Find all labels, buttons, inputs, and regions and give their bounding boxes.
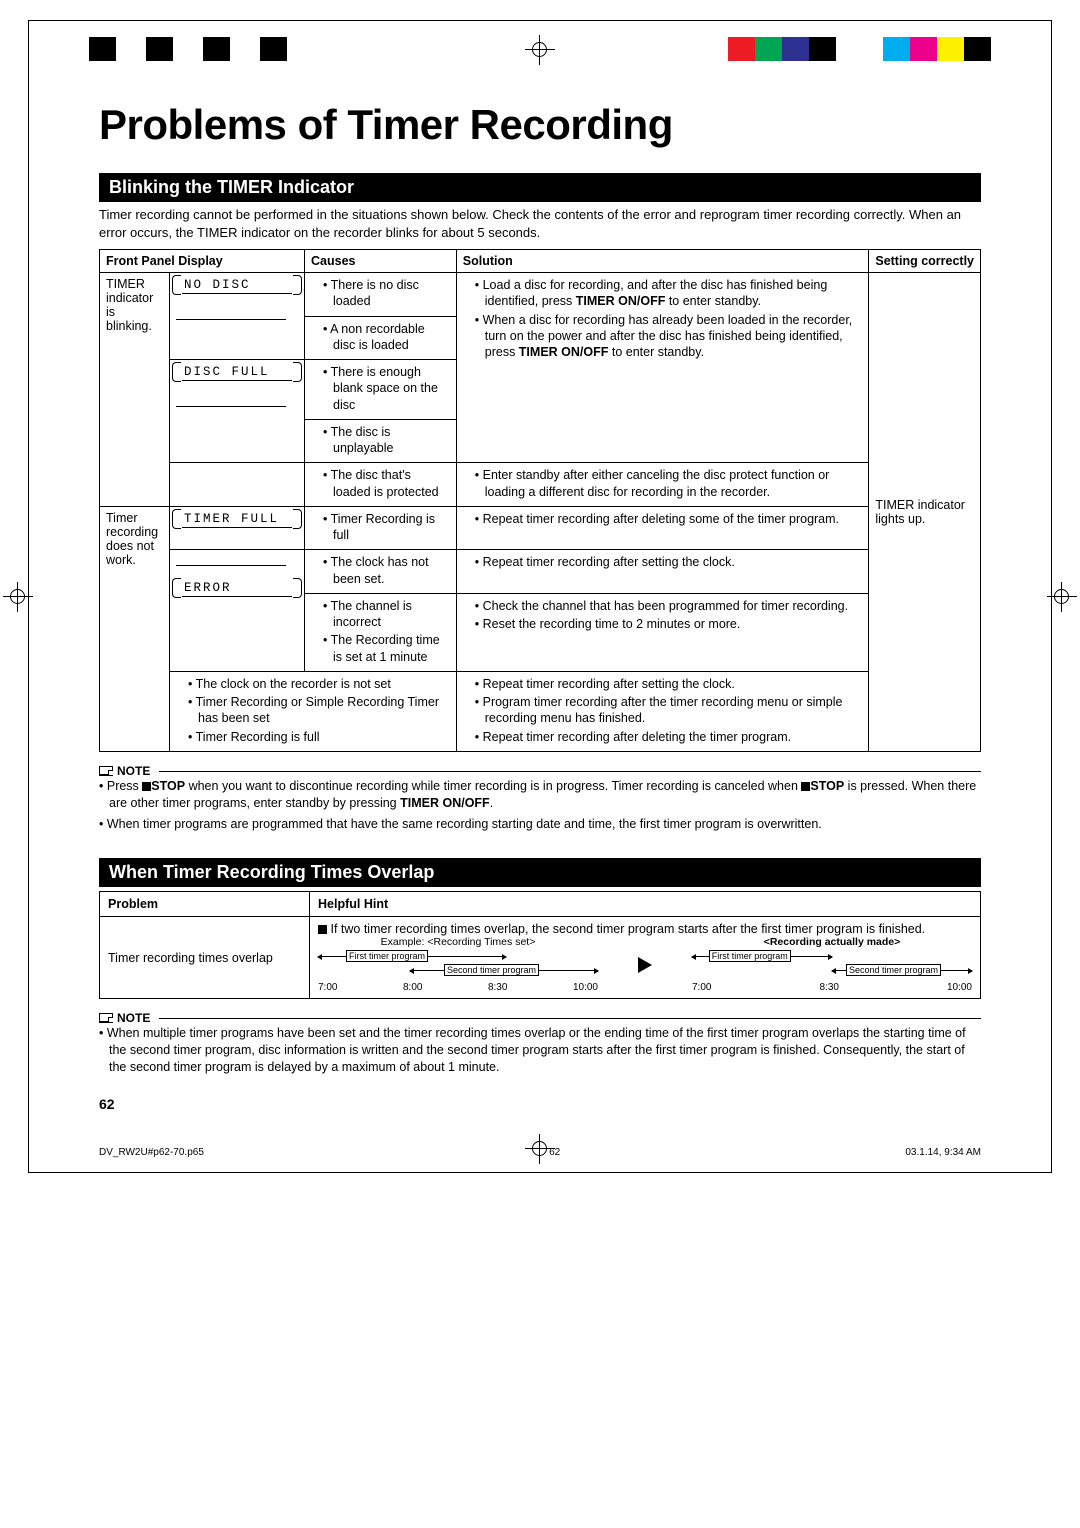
note-rule <box>159 1018 981 1019</box>
page-frame: Problems of Timer Recording Blinking the… <box>28 20 1052 1173</box>
cause-cell: There is enough blank space on the disc <box>305 360 457 420</box>
table-row: The clock on the recorder is not set Tim… <box>100 671 981 751</box>
bar-second-timer: Second timer program <box>846 964 941 976</box>
footer-page: 62 <box>549 1147 560 1158</box>
crosshair-icon <box>525 35 555 65</box>
timeline-right-title: <Recording actually made> <box>692 936 972 948</box>
cause-cell: The disc that's loaded is protected <box>305 463 457 507</box>
page-title: Problems of Timer Recording <box>99 101 981 149</box>
panel-cell: DISC FULL <box>170 360 305 463</box>
reg-squares-black <box>89 37 317 61</box>
solution-cell: Repeat timer recording after deleting so… <box>456 506 869 550</box>
state-timer-not-work: Timer recording does not work. <box>100 506 170 751</box>
table-row: ERROR The clock has not been set. Repeat… <box>100 550 981 594</box>
panel-cell: ERROR <box>170 550 305 672</box>
display-blank-line <box>176 395 286 407</box>
th-hint: Helpful Hint <box>310 892 981 917</box>
page-number: 62 <box>99 1096 981 1112</box>
stop-icon <box>142 782 151 791</box>
timeline-ticks: 7:00 8:00 8:30 10:00 <box>318 982 598 993</box>
troubleshooting-table: Front Panel Display Causes Solution Sett… <box>99 249 981 752</box>
note-item: When multiple timer programs have been s… <box>99 1025 981 1076</box>
timeline-left: Example: <Recording Times set> First tim… <box>318 936 598 993</box>
note-item: Press STOP when you want to discontinue … <box>99 778 981 812</box>
note-item: When timer programs are programmed that … <box>99 816 981 833</box>
cause-cell: The channel is incorrect The Recording t… <box>305 593 457 671</box>
display-disc-full: DISC FULL <box>182 365 292 381</box>
note-rule <box>159 771 981 772</box>
table-header-row: Front Panel Display Causes Solution Sett… <box>100 250 981 273</box>
table-row: Timer recording does not work. TIMER FUL… <box>100 506 981 550</box>
bar-first-timer: First timer program <box>709 950 791 962</box>
crosshair-icon <box>3 582 33 612</box>
solution-cell: Check the channel that has been programm… <box>456 593 869 671</box>
display-blank-line <box>176 308 286 320</box>
hint-intro-text: If two timer recording times overlap, th… <box>330 922 925 936</box>
table-row: Timer recording times overlap If two tim… <box>100 917 981 999</box>
reg-squares-rgbk <box>728 37 836 61</box>
problem-cell: Timer recording times overlap <box>100 917 310 999</box>
panel-cell: NO DISC <box>170 273 305 360</box>
table-row: TIMER indicator is blinking. NO DISC The… <box>100 273 981 317</box>
cause-cell: Timer Recording is full <box>305 506 457 550</box>
section1-intro: Timer recording cannot be performed in t… <box>99 206 981 241</box>
panel-cell: TIMER FULL <box>170 506 305 550</box>
section-heading-2: When Timer Recording Times Overlap <box>99 858 981 887</box>
solution-cell: Repeat timer recording after setting the… <box>456 550 869 594</box>
square-bullet-icon <box>318 925 327 934</box>
solution-cell: Enter standby after either canceling the… <box>456 463 869 507</box>
note-block-1: NOTE Press STOP when you want to discont… <box>99 764 981 833</box>
note-block-2: NOTE When multiple timer programs have b… <box>99 1011 981 1076</box>
timeline-diagram: Example: <Recording Times set> First tim… <box>318 936 972 993</box>
section-heading-1: Blinking the TIMER Indicator <box>99 173 981 202</box>
footer-filename: DV_RW2U#p62-70.p65 <box>99 1147 204 1158</box>
display-no-disc: NO DISC <box>182 278 292 294</box>
timeline-ticks: 7:00 8:30 10:00 <box>692 982 972 993</box>
cause-cell-wide: The clock on the recorder is not set Tim… <box>170 671 457 751</box>
table-row: The disc that's loaded is protected Ente… <box>100 463 981 507</box>
note-icon <box>99 766 113 776</box>
cause-cell: There is no disc loaded <box>305 273 457 317</box>
note-label: NOTE <box>117 1011 150 1025</box>
footer-timestamp: 03.1.14, 9:34 AM <box>905 1147 981 1158</box>
th-setting: Setting correctly <box>869 250 981 273</box>
timeline-right: <Recording actually made> First timer pr… <box>692 936 972 993</box>
table-header-row: Problem Helpful Hint <box>100 892 981 917</box>
note-list: When multiple timer programs have been s… <box>99 1025 981 1076</box>
hint-cell: If two timer recording times overlap, th… <box>310 917 981 999</box>
cause-cell: The disc is unplayable <box>305 419 457 463</box>
note-label: NOTE <box>117 764 150 778</box>
note-list: Press STOP when you want to discontinue … <box>99 778 981 833</box>
display-timer-full: TIMER FULL <box>182 512 292 528</box>
th-causes: Causes <box>305 250 457 273</box>
panel-cell-empty <box>170 463 305 507</box>
footer-metadata: DV_RW2U#p62-70.p65 62 03.1.14, 9:34 AM <box>99 1147 981 1158</box>
bar-second-timer: Second timer program <box>444 964 539 976</box>
th-front-panel: Front Panel Display <box>100 250 305 273</box>
timeline-left-title: Example: <Recording Times set> <box>318 936 598 948</box>
overlap-table: Problem Helpful Hint Timer recording tim… <box>99 891 981 999</box>
crosshair-icon <box>1047 582 1077 612</box>
cause-cell: A non recordable disc is loaded <box>305 316 457 360</box>
state-timer-blinking: TIMER indicator is blinking. <box>100 273 170 507</box>
big-arrow-icon <box>638 957 652 973</box>
solution-cell: Repeat timer recording after setting the… <box>456 671 869 751</box>
reg-squares-cmyk <box>883 37 991 61</box>
setting-correctly-cell: TIMER indicator lights up. <box>869 273 981 752</box>
display-error: ERROR <box>182 581 292 597</box>
th-solution: Solution <box>456 250 869 273</box>
th-problem: Problem <box>100 892 310 917</box>
solution-cell: Load a disc for recording, and after the… <box>456 273 869 463</box>
bar-first-timer: First timer program <box>346 950 428 962</box>
note-icon <box>99 1013 113 1023</box>
display-blank-line <box>176 554 286 566</box>
cause-cell: The clock has not been set. <box>305 550 457 594</box>
